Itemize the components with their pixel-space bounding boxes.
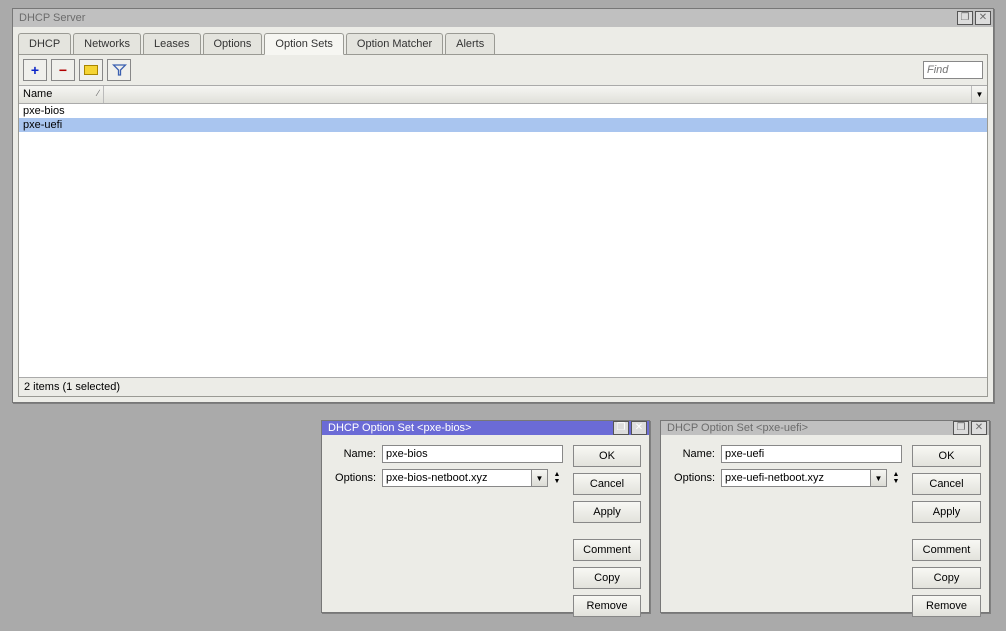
dialog1-form: Name: Options: ▼ ▲ ▼ (330, 445, 563, 623)
grid-body[interactable]: pxe-biospxe-uefi (19, 104, 987, 378)
spinner-down-icon[interactable]: ▼ (551, 478, 563, 485)
options-dropdown-button[interactable]: ▼ (871, 469, 887, 487)
find-input[interactable] (923, 61, 983, 79)
funnel-icon (112, 64, 127, 76)
table-row[interactable]: pxe-bios (19, 104, 987, 118)
comment-button[interactable]: Comment (912, 539, 981, 561)
dialog1-buttons: OK Cancel Apply Comment Copy Remove (573, 445, 641, 623)
remove-button[interactable]: − (51, 59, 75, 81)
copy-button[interactable]: Copy (912, 567, 981, 589)
name-label: Name: (330, 448, 382, 460)
dialog2-title: DHCP Option Set <pxe-uefi> (667, 422, 951, 434)
cancel-button[interactable]: Cancel (573, 473, 641, 495)
filter-button[interactable] (107, 59, 131, 81)
main-content: DHCPNetworksLeasesOptionsOption SetsOpti… (13, 27, 993, 402)
tab-option-matcher[interactable]: Option Matcher (346, 33, 443, 54)
restore-icon[interactable]: ❐ (953, 421, 969, 435)
name-label: Name: (669, 448, 721, 460)
column-header-fill[interactable] (104, 86, 971, 103)
tab-networks[interactable]: Networks (73, 33, 141, 54)
tab-alerts[interactable]: Alerts (445, 33, 495, 54)
main-titlebar[interactable]: DHCP Server ❐ ✕ (13, 9, 993, 27)
main-title: DHCP Server (19, 12, 955, 24)
add-button[interactable]: + (23, 59, 47, 81)
apply-button[interactable]: Apply (573, 501, 641, 523)
dialog1-titlebar[interactable]: DHCP Option Set <pxe-bios> ❐ ✕ (322, 421, 649, 435)
column-header-name-label: Name (23, 88, 52, 100)
options-label: Options: (330, 472, 382, 484)
options-label: Options: (669, 472, 721, 484)
spinner-up-icon[interactable]: ▲ (551, 471, 563, 478)
note-icon (84, 65, 98, 75)
dialog-pxe-uefi: DHCP Option Set <pxe-uefi> ❐ ✕ Name: Opt… (660, 420, 990, 613)
cancel-button[interactable]: Cancel (912, 473, 981, 495)
tab-options[interactable]: Options (203, 33, 263, 54)
dialog2-buttons: OK Cancel Apply Comment Copy Remove (912, 445, 981, 623)
options-field[interactable] (382, 469, 532, 487)
tab-option-sets[interactable]: Option Sets (264, 33, 343, 55)
spinner-up-icon[interactable]: ▲ (890, 471, 902, 478)
restore-icon[interactable]: ❐ (613, 421, 629, 435)
options-spinner[interactable]: ▲ ▼ (890, 471, 902, 485)
close-icon[interactable]: ✕ (971, 421, 987, 435)
options-spinner[interactable]: ▲ ▼ (551, 471, 563, 485)
dialog2-form: Name: Options: ▼ ▲ ▼ (669, 445, 902, 623)
apply-button[interactable]: Apply (912, 501, 981, 523)
restore-icon[interactable]: ❐ (957, 11, 973, 25)
tab-strip: DHCPNetworksLeasesOptionsOption SetsOpti… (15, 29, 991, 54)
tab-dhcp[interactable]: DHCP (18, 33, 71, 54)
name-field[interactable] (382, 445, 563, 463)
ok-button[interactable]: OK (573, 445, 641, 467)
column-menu-button[interactable]: ▼ (971, 86, 987, 103)
remove-button[interactable]: Remove (573, 595, 641, 617)
options-field[interactable] (721, 469, 871, 487)
close-icon[interactable]: ✕ (975, 11, 991, 25)
spinner-down-icon[interactable]: ▼ (890, 478, 902, 485)
remove-button[interactable]: Remove (912, 595, 981, 617)
sort-indicator-icon: ∕ (97, 88, 99, 98)
dialog-pxe-bios: DHCP Option Set <pxe-bios> ❐ ✕ Name: Opt… (321, 420, 650, 613)
dialog1-body: Name: Options: ▼ ▲ ▼ OK Cancel Apply Com… (322, 435, 649, 631)
status-bar: 2 items (1 selected) (19, 378, 987, 396)
table-row[interactable]: pxe-uefi (19, 118, 987, 132)
options-dropdown-button[interactable]: ▼ (532, 469, 548, 487)
name-field[interactable] (721, 445, 902, 463)
column-header-name[interactable]: Name ∕ (19, 86, 104, 103)
comment-button[interactable]: Comment (573, 539, 641, 561)
enable-button[interactable] (79, 59, 103, 81)
dialog1-title: DHCP Option Set <pxe-bios> (328, 422, 611, 434)
grid-header: Name ∕ ▼ (19, 85, 987, 104)
dialog2-titlebar[interactable]: DHCP Option Set <pxe-uefi> ❐ ✕ (661, 421, 989, 435)
dialog2-body: Name: Options: ▼ ▲ ▼ OK Cancel Apply Com… (661, 435, 989, 631)
tab-leases[interactable]: Leases (143, 33, 200, 54)
main-window: DHCP Server ❐ ✕ DHCPNetworksLeasesOption… (12, 8, 994, 403)
tab-panel: + − Name ∕ ▼ pxe-biospxe-uefi (18, 55, 988, 397)
toolbar: + − (19, 55, 987, 85)
close-icon[interactable]: ✕ (631, 421, 647, 435)
ok-button[interactable]: OK (912, 445, 981, 467)
copy-button[interactable]: Copy (573, 567, 641, 589)
